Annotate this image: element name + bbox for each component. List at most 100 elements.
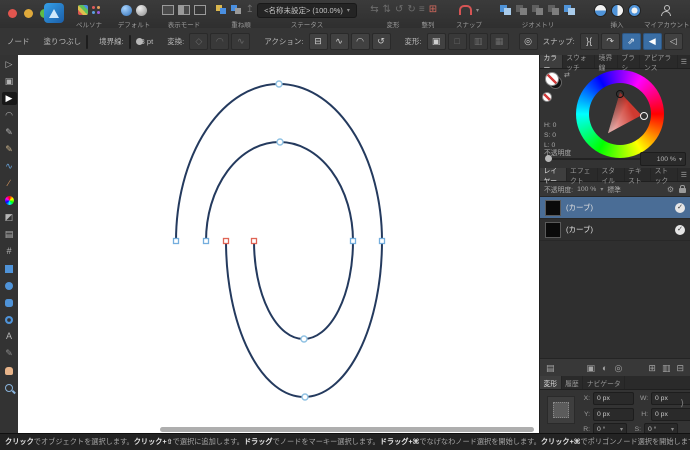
boolean-combine-icon[interactable] bbox=[564, 4, 576, 16]
boolean-divide-icon[interactable] bbox=[548, 4, 560, 16]
delete-layer-icon[interactable]: ⊟ bbox=[676, 363, 684, 374]
layer-stack-icon[interactable]: ▤ bbox=[546, 363, 555, 374]
boolean-subtract-icon[interactable] bbox=[516, 4, 528, 16]
anchor-point-selector[interactable] bbox=[547, 396, 575, 424]
panel-tab[interactable]: 変形 bbox=[540, 376, 562, 389]
alignment-icon[interactable]: ≡ bbox=[419, 5, 425, 15]
panel-tab[interactable]: アピアランス bbox=[640, 55, 678, 72]
convert-smart-button[interactable]: ∿ bbox=[231, 33, 251, 50]
transform-mode-button[interactable]: ▣ bbox=[426, 33, 446, 50]
panel-tab[interactable]: ブラシ bbox=[618, 55, 641, 72]
nofill-mini-swatch[interactable] bbox=[542, 92, 552, 102]
panel-menu-icon[interactable]: ☰ bbox=[678, 168, 690, 181]
panel-tab[interactable]: ナビゲータ bbox=[583, 376, 626, 389]
fill-gradient-tool[interactable] bbox=[2, 194, 17, 207]
layer-visibility-checkbox[interactable]: ✓ bbox=[675, 202, 685, 213]
corner-tool[interactable]: ◠ bbox=[2, 109, 17, 122]
boolean-intersect-icon[interactable] bbox=[532, 4, 544, 16]
snap-off-curve-toggle[interactable]: ↷ bbox=[600, 33, 620, 50]
fill-stroke-swatches[interactable] bbox=[545, 72, 562, 89]
layer-name[interactable]: (カーブ) bbox=[566, 202, 670, 213]
outline-view-icon[interactable] bbox=[194, 5, 206, 15]
export-persona-icon[interactable] bbox=[92, 6, 95, 9]
revert-defaults-icon[interactable] bbox=[136, 4, 147, 16]
pen-tool[interactable]: ✎ bbox=[2, 126, 17, 139]
style-picker-tool[interactable]: ✎ bbox=[2, 347, 17, 360]
transparency-tool[interactable]: ◩ bbox=[2, 211, 17, 224]
rectangle-tool[interactable] bbox=[2, 262, 17, 275]
convert-smooth-button[interactable]: ◠ bbox=[210, 33, 230, 50]
transform-scale-button[interactable]: ▦ bbox=[489, 33, 509, 50]
document-title-dropdown[interactable]: <名称未設定> (100.0%) ▾ bbox=[257, 3, 357, 18]
panel-tab[interactable]: レイヤー bbox=[540, 168, 567, 185]
layer-settings-gear-icon[interactable]: ⚙ bbox=[667, 185, 674, 194]
horizontal-scrollbar[interactable] bbox=[160, 427, 534, 432]
layer-lock-icon[interactable] bbox=[679, 184, 686, 193]
triangle-selector[interactable] bbox=[616, 90, 624, 98]
field-input[interactable]: 0 px bbox=[593, 408, 634, 421]
synchronize-defaults-icon[interactable] bbox=[121, 4, 132, 16]
layer-name[interactable]: (カーブ) bbox=[566, 224, 670, 235]
minimize-window-button[interactable] bbox=[24, 9, 33, 18]
new-group-icon[interactable]: ▥ bbox=[662, 363, 671, 374]
paint-brush-tool[interactable]: ∕ bbox=[2, 177, 17, 190]
reverse-curve-button[interactable]: ↺ bbox=[371, 33, 391, 50]
text-tool[interactable]: A bbox=[2, 330, 17, 343]
panel-tab[interactable]: テキスト bbox=[625, 168, 652, 185]
panel-menu-icon[interactable]: ☰ bbox=[678, 55, 690, 68]
insert-inside-icon[interactable] bbox=[610, 3, 624, 17]
snap-while-dragging-toggle[interactable]: ⇗ bbox=[621, 33, 641, 50]
field-input[interactable]: 0 px bbox=[593, 392, 634, 405]
new-layer-icon[interactable]: ⊞ bbox=[648, 363, 656, 374]
flip-vertical-icon[interactable]: ⇅ bbox=[383, 5, 391, 15]
snapping-magnet-icon[interactable] bbox=[458, 5, 472, 15]
close-curve-button[interactable]: ∿ bbox=[329, 33, 349, 50]
snap-construction-toggle[interactable]: ◀ bbox=[642, 33, 662, 50]
snap-to-geometry-toggle[interactable]: }{ bbox=[579, 33, 599, 50]
color-wheel[interactable] bbox=[576, 70, 664, 158]
donut-tool[interactable] bbox=[2, 313, 17, 326]
panel-tab[interactable]: スタイル bbox=[598, 168, 625, 185]
insert-behind-icon[interactable] bbox=[593, 3, 607, 17]
adjustment-layer-icon[interactable]: ◐ bbox=[602, 363, 607, 374]
blend-mode-select[interactable]: 標準 bbox=[607, 184, 621, 194]
opacity-slider[interactable] bbox=[545, 155, 641, 162]
panel-tab[interactable]: カラー bbox=[540, 55, 563, 72]
my-account-icon[interactable] bbox=[661, 5, 671, 16]
panel-tab[interactable]: 履歴 bbox=[562, 376, 584, 389]
layer-row[interactable]: (カーブ) ✓ bbox=[540, 219, 690, 241]
convert-sharp-button[interactable]: ◇ bbox=[189, 33, 209, 50]
move-tool[interactable]: ▷ bbox=[2, 58, 17, 71]
chevron-down-icon[interactable]: ▾ bbox=[476, 7, 479, 14]
close-window-button[interactable] bbox=[8, 9, 17, 18]
loupe-select-button[interactable]: ◎ bbox=[518, 33, 538, 50]
flip-horizontal-icon[interactable]: ⇆ bbox=[370, 5, 378, 15]
panel-tab[interactable]: 境界線 bbox=[595, 55, 618, 72]
transform-box-button[interactable]: □ bbox=[447, 33, 467, 50]
fill-swatch[interactable] bbox=[86, 34, 89, 49]
layer-row[interactable]: (カーブ) ✓ bbox=[540, 197, 690, 219]
panel-tab[interactable]: スウォッチ bbox=[563, 55, 596, 72]
break-curve-button[interactable]: ⊟ bbox=[308, 33, 328, 50]
snap-candidate-toggle[interactable]: ◁ bbox=[663, 33, 683, 50]
boolean-add-icon[interactable] bbox=[500, 4, 512, 16]
hand-tool[interactable] bbox=[2, 364, 17, 377]
layer-opacity-value[interactable]: 100 % bbox=[577, 186, 596, 193]
field-input[interactable]: 0 px bbox=[651, 408, 690, 421]
panel-tab[interactable]: ストック bbox=[651, 168, 678, 185]
vector-brush-tool[interactable]: ∿ bbox=[2, 160, 17, 173]
insert-on-top-icon[interactable] bbox=[627, 3, 641, 17]
layer-thumbnail[interactable] bbox=[545, 221, 561, 238]
rounded-rectangle-tool[interactable] bbox=[2, 296, 17, 309]
stroke-swatch[interactable] bbox=[128, 34, 131, 49]
vector-view-icon[interactable] bbox=[162, 5, 174, 15]
artboard-tool[interactable]: ▣ bbox=[2, 75, 17, 88]
hue-selector[interactable] bbox=[640, 112, 648, 120]
mask-layer-icon[interactable]: ▣ bbox=[587, 363, 596, 374]
move-to-back-icon[interactable] bbox=[230, 5, 242, 15]
zoom-tool[interactable] bbox=[2, 381, 17, 394]
designer-persona-icon[interactable] bbox=[78, 5, 88, 15]
link-dimensions-icon[interactable]: ⟩ bbox=[680, 398, 684, 409]
layer-thumbnail[interactable] bbox=[545, 199, 561, 216]
split-view-icon[interactable] bbox=[178, 5, 190, 15]
